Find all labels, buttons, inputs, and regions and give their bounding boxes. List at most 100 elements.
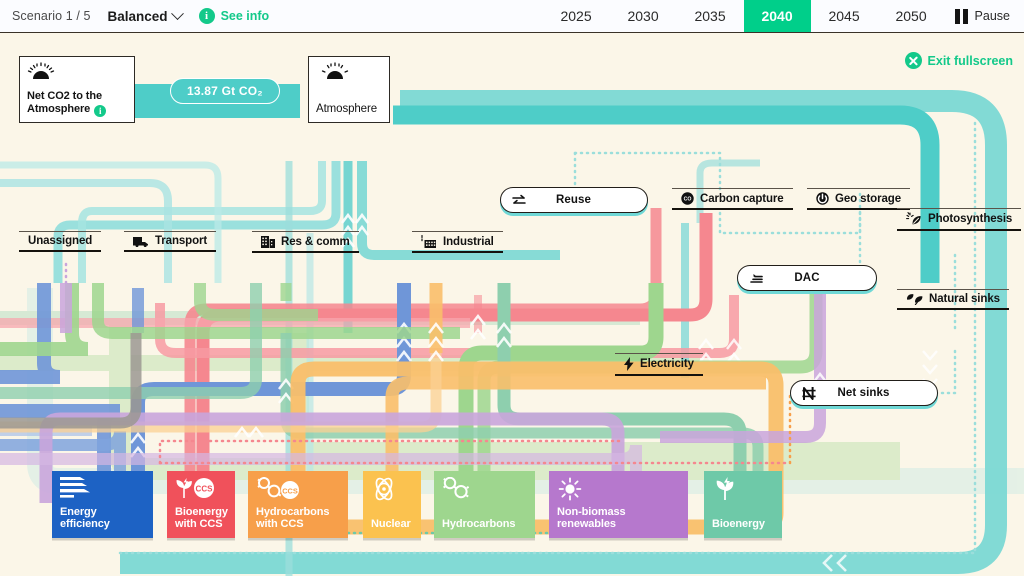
see-info-button[interactable]: i See info bbox=[198, 8, 270, 24]
node-net-sinks-label: Net sinks bbox=[837, 387, 890, 399]
tech-card-line1: Bioenergy bbox=[712, 518, 765, 531]
year-timeline: 2025 2030 2035 2040 2045 2050 Pause bbox=[543, 0, 1024, 32]
info-icon: i bbox=[198, 8, 215, 24]
factory-icon bbox=[421, 235, 437, 248]
sector-res-comm-label: Res & comm bbox=[281, 235, 350, 248]
photosynthesis-icon bbox=[906, 212, 922, 226]
atom-icon bbox=[371, 477, 397, 501]
plant-icon bbox=[712, 477, 738, 501]
close-circle-icon bbox=[904, 52, 922, 69]
truck-icon bbox=[133, 235, 149, 247]
tech-card-label: Bioenergy bbox=[712, 518, 774, 531]
pathway-dropdown[interactable]: Balanced bbox=[107, 6, 184, 24]
tech-card-label: Non-biomass renewables bbox=[557, 506, 680, 531]
hydrocarbons-ccs-icon: CCS bbox=[256, 477, 304, 499]
net-co2-line2: Atmosphere bbox=[27, 102, 91, 115]
tech-card-non-biomass-renewables[interactable]: Non-biomass renewables bbox=[549, 471, 688, 538]
node-carbon-capture-label: Carbon capture bbox=[700, 192, 784, 205]
tech-card-line1: Energy bbox=[60, 505, 97, 518]
node-geo-storage[interactable]: Geo storage bbox=[807, 188, 911, 210]
node-photosynthesis[interactable]: Photosynthesis bbox=[897, 208, 1022, 231]
tech-card-bioenergy[interactable]: Bioenergy bbox=[704, 471, 782, 538]
app-header: Scenario 1 / 5 Balanced i See info 2025 … bbox=[0, 0, 1024, 33]
node-net-sinks[interactable]: Net sinks bbox=[790, 380, 938, 406]
info-icon[interactable]: i bbox=[94, 105, 107, 117]
tech-card-line1: Nuclear bbox=[371, 518, 411, 531]
sunrise-icon bbox=[321, 62, 349, 80]
node-natural-sinks-label: Natural sinks bbox=[929, 293, 1000, 305]
tech-card-line1: Non-biomass bbox=[557, 505, 626, 518]
exit-fullscreen-button[interactable]: Exit fullscreen bbox=[904, 52, 1013, 69]
tech-card-nuclear[interactable]: Nuclear bbox=[363, 471, 421, 538]
tech-card-label: Hydrocarbons bbox=[442, 518, 527, 531]
sankey-canvas: Exit fullscreen Net CO2 to the Atmospher… bbox=[0, 33, 1024, 576]
efficiency-bars-icon bbox=[60, 477, 90, 498]
year-tab-2045[interactable]: 2045 bbox=[811, 0, 878, 32]
exchange-arrows-icon bbox=[512, 194, 526, 207]
pause-button[interactable]: Pause bbox=[945, 0, 1024, 32]
sun-icon bbox=[557, 477, 583, 501]
node-geo-storage-label: Geo storage bbox=[835, 192, 902, 205]
node-dac[interactable]: DAC bbox=[737, 265, 877, 291]
exit-fullscreen-label: Exit fullscreen bbox=[927, 53, 1013, 68]
sector-res-comm[interactable]: Res & comm bbox=[252, 231, 359, 253]
tech-card-hydrocarbons-ccs[interactable]: CCS Hydrocarbons with CCS bbox=[248, 471, 348, 538]
tech-card-label: Bioenergy with CCS bbox=[175, 505, 228, 531]
net-sinks-icon bbox=[802, 386, 816, 401]
leaf-icon bbox=[906, 293, 923, 305]
sector-unassigned-label: Unassigned bbox=[28, 235, 93, 247]
sector-unassigned[interactable]: Unassigned bbox=[19, 231, 102, 252]
co2-value-badge: 13.87 Gt CO₂ bbox=[170, 78, 280, 104]
tech-card-line1: Bioenergy bbox=[175, 505, 228, 518]
tech-card-line1: Hydrocarbons bbox=[442, 518, 516, 531]
year-tab-2050[interactable]: 2050 bbox=[878, 0, 945, 32]
sector-electricity-label: Electricity bbox=[640, 358, 694, 370]
node-natural-sinks[interactable]: Natural sinks bbox=[897, 289, 1009, 310]
net-co2-line1: Net CO2 to the bbox=[27, 89, 102, 102]
header-left-group: Scenario 1 / 5 Balanced i See info bbox=[0, 0, 269, 32]
see-info-label: See info bbox=[220, 9, 270, 23]
bolt-icon bbox=[624, 357, 634, 371]
year-tab-2025[interactable]: 2025 bbox=[543, 0, 610, 32]
svg-text:CO: CO bbox=[684, 197, 692, 203]
molecule-icon bbox=[442, 477, 476, 499]
co2-circle-icon: CO bbox=[681, 192, 694, 205]
sector-electricity[interactable]: Electricity bbox=[615, 353, 703, 376]
tech-card-line2: with CCS bbox=[175, 518, 223, 531]
tech-card-hydrocarbons[interactable]: Hydrocarbons bbox=[434, 471, 535, 538]
svg-text:CCS: CCS bbox=[282, 486, 298, 495]
sector-industrial[interactable]: Industrial bbox=[412, 231, 503, 253]
tech-card-energy-efficiency[interactable]: Energy efficiency bbox=[52, 471, 153, 538]
tech-card-label: Energy efficiency bbox=[60, 506, 145, 531]
atmosphere-label: Atmosphere bbox=[316, 103, 378, 116]
tech-card-label: Nuclear bbox=[371, 518, 413, 531]
sector-transport[interactable]: Transport bbox=[124, 231, 217, 252]
tech-card-bioenergy-ccs[interactable]: CCS Bioenergy with CCS bbox=[167, 471, 235, 538]
node-carbon-capture[interactable]: CO Carbon capture bbox=[672, 188, 793, 210]
node-reuse-label: Reuse bbox=[555, 194, 592, 206]
sunrise-icon bbox=[27, 62, 55, 80]
tech-card-line1: Hydrocarbons bbox=[256, 505, 330, 518]
scenario-counter: Scenario 1 / 5 bbox=[12, 9, 91, 23]
chevron-down-icon bbox=[170, 6, 184, 20]
node-photosynthesis-label: Photosynthesis bbox=[928, 213, 1013, 225]
node-reuse[interactable]: Reuse bbox=[500, 187, 648, 213]
year-tab-2035[interactable]: 2035 bbox=[677, 0, 744, 32]
pause-label: Pause bbox=[974, 9, 1010, 23]
net-co2-node[interactable]: Net CO2 to the Atmosphere i bbox=[19, 56, 135, 123]
year-tab-2030[interactable]: 2030 bbox=[610, 0, 677, 32]
node-dac-label: DAC bbox=[794, 272, 820, 284]
tech-card-label: Hydrocarbons with CCS bbox=[256, 506, 340, 531]
tech-card-line2: with CCS bbox=[256, 518, 304, 531]
atmosphere-node[interactable]: Atmosphere bbox=[308, 56, 390, 123]
dac-icon bbox=[749, 272, 764, 285]
year-tab-2040[interactable]: 2040 bbox=[743, 0, 811, 32]
tech-card-line2: renewables bbox=[557, 518, 616, 531]
building-icon bbox=[261, 235, 275, 248]
sector-industrial-label: Industrial bbox=[443, 235, 494, 248]
pathway-dropdown-label: Balanced bbox=[107, 8, 168, 24]
geo-storage-icon bbox=[816, 192, 829, 205]
tech-card-line2: efficiency bbox=[60, 518, 110, 531]
bioenergy-ccs-icon: CCS bbox=[175, 477, 217, 499]
net-co2-label: Net CO2 to the Atmosphere i bbox=[27, 90, 127, 117]
